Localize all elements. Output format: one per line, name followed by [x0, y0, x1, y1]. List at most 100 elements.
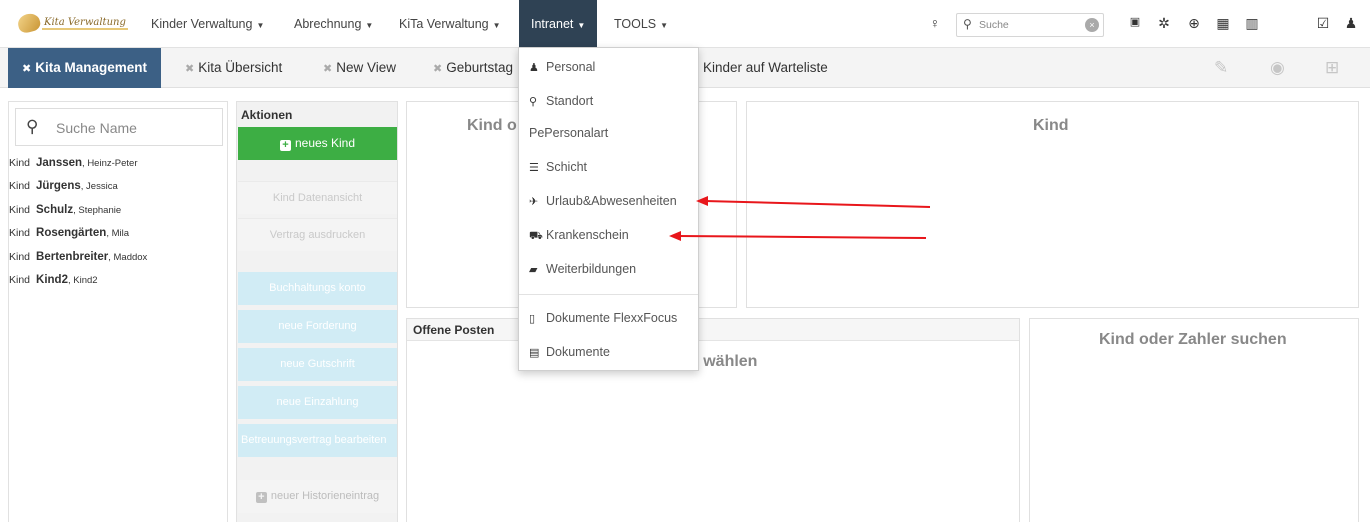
- child-last-name: Rosengärten: [36, 227, 107, 240]
- menu-item-label: Personalart: [544, 126, 609, 140]
- menu-item-weiterbildungen[interactable]: ▰ Weiterbildungen: [519, 258, 698, 280]
- list-item-prefix: Kind: [9, 227, 31, 240]
- nav-label: Intranet: [531, 17, 574, 31]
- menu-item-label: Urlaub&Abwesenheiten: [546, 194, 677, 208]
- actions-title: Aktionen: [241, 108, 293, 122]
- calendar-icon[interactable]: ▦: [1214, 15, 1232, 32]
- new-deposit-button[interactable]: neue Einzahlung: [238, 386, 397, 419]
- checkbox-icon[interactable]: ☑: [1314, 15, 1332, 32]
- button-label: neue Forderung: [278, 320, 357, 332]
- name-search-input[interactable]: ⚲ Suche Name: [15, 108, 223, 146]
- tab-label: Kita Management: [35, 60, 147, 75]
- bar-chart-icon[interactable]: ▥: [1243, 15, 1261, 32]
- nav-abrechnung[interactable]: Abrechnung ▼: [294, 0, 373, 48]
- close-icon[interactable]: ✖: [323, 63, 332, 75]
- button-label: neue Einzahlung: [276, 396, 359, 408]
- new-child-button[interactable]: + neues Kind: [238, 127, 397, 160]
- menu-item-label: Standort: [546, 94, 594, 108]
- search-child-or-payer-panel: Kind oder Zahler suchen: [1029, 318, 1359, 522]
- panel-heading: Kind: [1033, 117, 1069, 134]
- clipboard-icon[interactable]: ▣: [1126, 15, 1144, 28]
- name-search-placeholder: Suche Name: [56, 120, 137, 136]
- menu-item-dokumente[interactable]: ▤ Dokumente: [519, 341, 698, 363]
- new-claim-button[interactable]: neue Forderung: [238, 310, 397, 343]
- close-icon[interactable]: ✖: [185, 63, 194, 75]
- menu-item-personal[interactable]: ♟ Personal: [519, 56, 698, 78]
- menu-divider: [519, 294, 698, 295]
- nav-kita-verwaltung[interactable]: KiTa Verwaltung ▼: [399, 0, 501, 48]
- lightbulb-icon[interactable]: ♀: [926, 15, 944, 31]
- list-item-prefix: Kind: [9, 180, 31, 193]
- tab-new-view[interactable]: ✖ New View: [323, 48, 396, 88]
- menu-item-personalart[interactable]: PePersonalart: [519, 122, 698, 144]
- menu-item-standort[interactable]: ⚲ Standort: [519, 90, 698, 112]
- child-data-view-button[interactable]: Kind Datenansicht: [238, 181, 397, 214]
- panel-heading: Kind o: [467, 117, 517, 134]
- tab-kita-management[interactable]: ✖ Kita Management: [8, 48, 161, 88]
- list-item-prefix: Kind: [9, 273, 31, 286]
- list-item[interactable]: Kind Rosengärten, Mila: [9, 222, 229, 245]
- tab-kinder-auf-warteliste[interactable]: Kinder auf Warteliste: [703, 48, 828, 88]
- intranet-dropdown-menu: ♟ Personal ⚲ Standort PePersonalart ☰ Schic…: [518, 47, 699, 371]
- search-icon: ⚲: [963, 17, 972, 31]
- list-item[interactable]: Kind Schulz, Stephanie: [9, 199, 229, 222]
- child-first-name: , Jessica: [80, 181, 118, 193]
- plane-icon: ✈: [529, 196, 539, 208]
- eye-icon[interactable]: ◉: [1270, 58, 1285, 78]
- button-label: Buchhaltungs konto: [269, 282, 366, 294]
- list-item[interactable]: Kind Bertenbreiter, Maddox: [9, 246, 229, 269]
- tab-geburtstag[interactable]: ✖ Geburtstag: [433, 48, 513, 88]
- close-icon[interactable]: ✖: [22, 63, 31, 75]
- tab-label: Kita Übersicht: [198, 60, 283, 75]
- user-icon[interactable]: ♟: [1342, 15, 1360, 32]
- panel-heading: g wählen: [689, 353, 758, 370]
- close-icon[interactable]: ✖: [433, 63, 442, 75]
- list-icon: ☰: [529, 162, 539, 174]
- button-label: neuer Historieneintrag: [270, 490, 380, 502]
- list-item[interactable]: Kind Jürgens, Jessica: [9, 175, 229, 198]
- child-list: Kind Janssen, Heinz-Peter Kind Jürgens, Je…: [9, 152, 229, 292]
- clear-icon[interactable]: ×: [1085, 18, 1099, 32]
- accounting-account-button[interactable]: Buchhaltungs konto: [238, 272, 397, 305]
- menu-item-label: Dokumente FlexxFocus: [546, 311, 678, 325]
- add-box-icon[interactable]: ⊞: [1325, 58, 1339, 78]
- circle-plus-icon[interactable]: ⊕: [1185, 15, 1203, 32]
- button-label: Vertrag ausdrucken: [269, 229, 366, 241]
- caret-down-icon: ▼: [365, 21, 374, 30]
- menu-item-label: Dokumente: [546, 345, 610, 359]
- nav-tools[interactable]: TOOLS ▼: [614, 0, 668, 48]
- tab-label: Geburtstag: [446, 60, 514, 75]
- caret-down-icon: ▼: [577, 21, 586, 30]
- nav-label: KiTa Verwaltung: [399, 17, 489, 31]
- nav-intranet[interactable]: Intranet ▼: [519, 0, 598, 48]
- child-first-name: , Mila: [106, 228, 130, 240]
- caret-down-icon: ▼: [492, 21, 501, 30]
- caret-down-icon: ▼: [660, 21, 669, 30]
- tab-kita-uebersicht[interactable]: ✖ Kita Übersicht: [185, 48, 282, 88]
- pencil-icon[interactable]: ✎: [1214, 58, 1228, 78]
- ambulance-icon: ⛟: [529, 230, 543, 242]
- list-item[interactable]: Kind Janssen, Heinz-Peter: [9, 152, 229, 175]
- user-icon: ♟: [529, 62, 539, 74]
- new-history-entry-button[interactable]: + neuer Historieneintrag: [238, 480, 397, 513]
- menu-item-krankenschein[interactable]: ⛟ Krankenschein: [519, 224, 698, 246]
- menu-item-urlaub-abwesenheiten[interactable]: ✈ Urlaub&Abwesenheiten: [519, 190, 698, 212]
- child-first-name: , Maddox: [108, 251, 148, 263]
- actions-panel: Aktionen + neues Kind Kind Datenansicht V…: [236, 101, 398, 522]
- global-search-input[interactable]: ⚲ Suche ×: [956, 13, 1104, 37]
- edit-care-contract-button[interactable]: Betreuungsvertrag bearbeiten: [238, 424, 397, 457]
- list-item[interactable]: Kind Kind2, Kind2: [9, 269, 229, 292]
- new-credit-button[interactable]: neue Gutschrift: [238, 348, 397, 381]
- menu-item-schicht[interactable]: ☰ Schicht: [519, 156, 698, 178]
- nav-kinder-verwaltung[interactable]: Kinder Verwaltung ▼: [151, 0, 264, 48]
- tab-label: Kinder auf Warteliste: [703, 60, 828, 75]
- app-logo[interactable]: Kita Verwaltung: [16, 10, 128, 36]
- gear-icon[interactable]: ✲: [1155, 15, 1173, 32]
- list-item-prefix: Kind: [9, 250, 31, 263]
- print-contract-button[interactable]: Vertrag ausdrucken: [238, 218, 397, 251]
- plus-square-icon: +: [279, 140, 291, 151]
- menu-item-dokumente-flexxfocus[interactable]: ▯ Dokumente FlexxFocus: [519, 307, 698, 329]
- menu-item-label: Krankenschein: [546, 228, 629, 242]
- caret-down-icon: ▼: [256, 21, 265, 30]
- child-last-name: Janssen: [36, 157, 83, 169]
